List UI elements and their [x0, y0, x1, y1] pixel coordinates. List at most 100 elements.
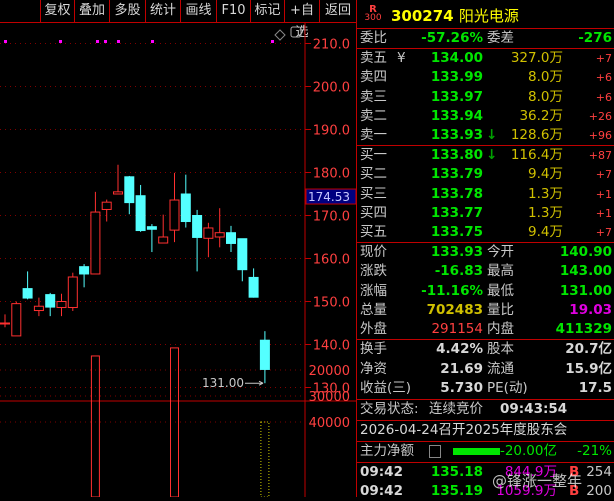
- quote-label: 最低: [487, 282, 514, 299]
- level-label: 买一: [360, 147, 387, 163]
- buy-level-row[interactable]: 买一 133.80 116.4万 +87 ↓: [357, 146, 614, 165]
- candle-body: [214, 232, 225, 238]
- quote-value: 291154: [431, 321, 483, 338]
- trade-status: 交易状态: 连续竞价 09:43:54: [360, 401, 568, 417]
- candle-body: [259, 339, 270, 370]
- toolbar-button[interactable]: 画线: [180, 0, 216, 22]
- level-change: +26: [588, 109, 612, 123]
- toolbar-button[interactable]: 叠加: [74, 0, 109, 22]
- level-volume: 116.4万: [510, 147, 563, 163]
- tick-count: 254: [586, 464, 612, 480]
- fund-label: 净资: [360, 360, 387, 377]
- detail-icon[interactable]: [429, 445, 441, 458]
- candle-body: [237, 238, 248, 271]
- toolbar-button[interactable]: +自选: [284, 0, 319, 40]
- candle-body: [192, 215, 203, 238]
- candle-body: [22, 288, 33, 299]
- quote-value: -11.16%: [421, 282, 483, 299]
- buy-level-row[interactable]: 买五 133.75 9.4万 +7: [357, 223, 614, 242]
- quote-row[interactable]: 总量 702483 量比 19.03: [357, 301, 614, 320]
- level-label: 买四: [360, 204, 387, 221]
- level-volume: 1.3万: [528, 185, 563, 202]
- level-change: +7: [595, 226, 612, 240]
- toolbar-button[interactable]: 返回: [319, 0, 356, 22]
- level-change: +7: [595, 52, 612, 65]
- level-change: +6: [595, 71, 612, 85]
- price-label: 210.0: [313, 38, 350, 53]
- level-price: 133.93: [430, 127, 483, 144]
- quote-value: -16.83: [434, 263, 483, 280]
- level-label: 买三: [360, 185, 387, 202]
- quote-value: 702483: [426, 301, 483, 318]
- quote-value: 19.03: [569, 301, 612, 318]
- price-label: 190.0: [313, 124, 350, 139]
- volume-bar: [170, 347, 179, 497]
- sell-level-row[interactable]: 卖五 134.00 327.0万 +7 ¥: [357, 49, 614, 68]
- candle-body: [0, 322, 10, 325]
- fundamental-row[interactable]: 换手 4.42% 股本 20.7亿: [357, 340, 614, 359]
- notice[interactable]: 2026-04-24召开2025年度股东会: [357, 421, 614, 440]
- toolbar-button[interactable]: F10: [216, 0, 250, 22]
- quote-label: 最高: [487, 263, 514, 280]
- quote-label: 涨跌: [360, 263, 387, 280]
- level-volume: 327.0万: [510, 50, 563, 66]
- weibi-row: 委比 -57.26% 委差 -276: [360, 30, 612, 46]
- price-label: 150.0: [313, 296, 350, 311]
- sell-level-row[interactable]: 卖一 133.93 128.6万 +96 ↓: [357, 126, 614, 145]
- quote-label: 涨幅: [360, 282, 387, 299]
- level-price: 133.94: [430, 107, 483, 124]
- candle-body: [124, 176, 135, 204]
- buy-level-row[interactable]: 买二 133.79 9.4万 +7: [357, 165, 614, 184]
- toolbar-button[interactable]: 统计: [145, 0, 180, 22]
- volume-label: 20000: [309, 364, 350, 379]
- level-price: 133.75: [430, 224, 483, 241]
- quote-value: 133.93: [430, 244, 483, 260]
- sell-level-row[interactable]: 卖三 133.97 8.0万 +6: [357, 88, 614, 107]
- stock-code: 300274: [391, 7, 454, 25]
- fundamental-row[interactable]: 净资 21.69 流通 15.9亿: [357, 360, 614, 379]
- quote-label: 今开: [487, 244, 514, 260]
- kline-chart[interactable]: 210.0 200.0 190.0 180.0 170.0 160.0 150.0 140.0…: [0, 23, 356, 497]
- buy-level-row[interactable]: 买三 133.78 1.3万 +1: [357, 185, 614, 204]
- toolbar-button[interactable]: 复权: [40, 0, 74, 22]
- fund-value: 20.7亿: [565, 341, 612, 357]
- sell-level-row[interactable]: 卖二 133.94 36.2万 +26: [357, 107, 614, 126]
- toolbar-button[interactable]: 标记: [250, 0, 284, 22]
- candle-body: [135, 195, 146, 232]
- quote-label: 外盘: [360, 321, 387, 338]
- candle-body: [79, 266, 90, 275]
- quote-panel: R 300 300274 阳光电源 委比 -57.26% 委差 -276 卖五 13…: [356, 0, 614, 499]
- quote-row[interactable]: 涨幅 -11.16% 最低 131.00: [357, 282, 614, 301]
- fund-value: 17.5: [578, 380, 612, 396]
- crosshair-price: 174.53: [308, 190, 350, 204]
- level-price: 134.00: [430, 50, 483, 66]
- buy-level-row[interactable]: 买四 133.77 1.3万 +1: [357, 204, 614, 223]
- diamond-icon: [274, 29, 286, 41]
- quote-value: 143.00: [559, 263, 612, 280]
- signal-marker: [96, 40, 99, 43]
- quote-row[interactable]: 外盘 291154 内盘 411329: [357, 320, 614, 339]
- level-change: +87: [588, 149, 612, 162]
- level-label: 买二: [360, 166, 387, 183]
- volume-label: 40000: [309, 416, 350, 431]
- level-label: 卖四: [360, 69, 387, 86]
- tick-time: 09:42: [360, 483, 403, 499]
- signal-marker: [151, 40, 154, 43]
- quote-label: 现价: [360, 244, 387, 260]
- level-change: +1: [595, 187, 612, 201]
- level-price: 133.77: [430, 204, 483, 221]
- quote-row[interactable]: 现价 133.93 今开 140.90: [357, 243, 614, 262]
- quote-row[interactable]: 涨跌 -16.83 最高 143.00: [357, 262, 614, 281]
- level-volume: 36.2万: [519, 107, 563, 124]
- sell-level-row[interactable]: 卖四 133.99 8.0万 +6: [357, 68, 614, 87]
- down-arrow-icon: ↓: [486, 147, 498, 163]
- candle-body: [101, 201, 112, 210]
- level-label: 买五: [360, 224, 387, 241]
- toolbar-button[interactable]: 多股: [109, 0, 145, 22]
- level-label: 卖一: [360, 127, 387, 144]
- fund-value: 15.9亿: [565, 360, 612, 377]
- toggle-icon: [290, 26, 302, 38]
- yuan-icon: ¥: [397, 50, 406, 66]
- fundamental-row[interactable]: 收益(三) 5.730 PE(动) 17.5: [357, 379, 614, 398]
- candle-body: [248, 276, 259, 298]
